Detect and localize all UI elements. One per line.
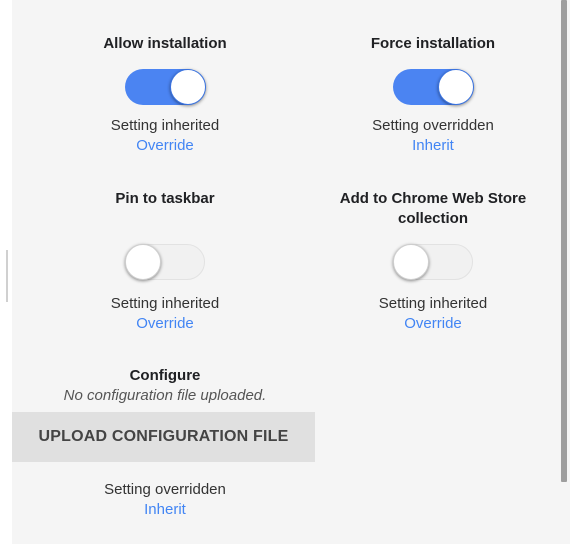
setting-title: Force installation (370, 35, 496, 52)
toggle-knob (170, 69, 206, 105)
force-installation-toggle[interactable] (393, 69, 474, 105)
configure-title: Configure (129, 367, 201, 384)
setting-status: Setting inherited (378, 295, 488, 312)
setting-status: Setting inherited (110, 295, 220, 312)
setting-status: Setting overridden (372, 117, 494, 134)
inherit-link[interactable]: Inherit (303, 136, 563, 156)
override-link[interactable]: Override (35, 314, 295, 334)
setting-force-installation: Force installation Setting overridden In… (303, 34, 563, 156)
chrome-web-store-collection-toggle[interactable] (393, 244, 473, 280)
toggle-knob (438, 69, 474, 105)
setting-configure: Configure No configuration file uploaded… (35, 366, 295, 406)
setting-title-line-2: collection (397, 210, 468, 227)
setting-status: Setting inherited (110, 117, 220, 134)
upload-configuration-file-button[interactable]: UPLOAD CONFIGURATION FILE (12, 412, 315, 462)
setting-title: Allow installation (103, 35, 227, 52)
setting-pin-to-taskbar: Pin to taskbar Setting inherited Overrid… (35, 189, 295, 334)
toggle-knob (393, 244, 429, 280)
left-edge-divider (6, 250, 8, 302)
setting-allow-installation: Allow installation Setting inherited Ove… (35, 34, 295, 156)
pin-to-taskbar-toggle[interactable] (125, 244, 205, 280)
inherit-link[interactable]: Inherit (35, 500, 295, 520)
override-link[interactable]: Override (303, 314, 563, 334)
toggle-knob (125, 244, 161, 280)
setting-title-line-1: Add to Chrome Web Store (339, 190, 527, 207)
setting-chrome-web-store-collection: Add to Chrome Web Store collection Setti… (303, 189, 563, 334)
override-link[interactable]: Override (35, 136, 295, 156)
configure-status-group: Setting overridden Inherit (35, 480, 295, 520)
setting-title: Pin to taskbar (115, 190, 215, 207)
setting-status: Setting overridden (104, 481, 226, 498)
allow-installation-toggle[interactable] (125, 69, 206, 105)
configure-note: No configuration file uploaded. (63, 387, 267, 404)
